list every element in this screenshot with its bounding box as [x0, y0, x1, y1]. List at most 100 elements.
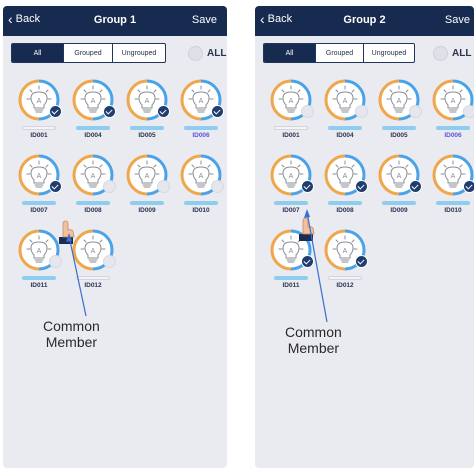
device-tile[interactable]: A ID007 — [265, 154, 317, 214]
check-icon[interactable] — [301, 255, 314, 268]
check-icon[interactable] — [463, 180, 474, 193]
check-icon[interactable] — [49, 180, 62, 193]
device-tile[interactable]: A ID005 — [121, 79, 173, 139]
device-tile[interactable]: A ID007 — [13, 154, 65, 214]
group-2-screen: ‹ Back Group 2 Save All Grouped Ungroupe… — [255, 6, 474, 468]
status-bar — [274, 126, 308, 130]
svg-text:A: A — [37, 173, 42, 180]
status-bar — [22, 201, 56, 205]
device-id-label: ID007 — [30, 207, 48, 214]
tab-ungrouped[interactable]: Ungrouped — [363, 44, 414, 62]
status-bar — [436, 201, 470, 205]
device-id-label: ID006 — [192, 132, 210, 139]
device-id-label: ID008 — [84, 207, 102, 214]
status-bar — [274, 276, 308, 280]
status-bar — [382, 126, 416, 130]
device-tile[interactable]: A ID010 — [175, 154, 227, 214]
svg-text:A: A — [199, 98, 204, 105]
select-all-toggle[interactable]: ALL — [433, 46, 471, 61]
device-tile[interactable]: A ID005 — [373, 79, 425, 139]
device-tile[interactable]: A ID006 — [427, 79, 474, 139]
device-id-label: ID012 — [336, 282, 354, 289]
check-icon[interactable] — [409, 180, 422, 193]
device-id-label: ID007 — [282, 207, 300, 214]
callout-line-2: Member — [287, 340, 340, 356]
check-icon[interactable] — [211, 105, 224, 118]
back-label: Back — [267, 13, 293, 25]
check-icon[interactable] — [355, 255, 368, 268]
check-icon[interactable] — [103, 255, 116, 268]
status-bar — [436, 126, 470, 130]
device-tile[interactable]: A ID008 — [67, 154, 119, 214]
back-button[interactable]: ‹ Back — [8, 10, 41, 27]
device-id-label: ID005 — [138, 132, 156, 139]
nav-bar: ‹ Back Group 1 Save — [3, 6, 227, 36]
check-icon[interactable] — [301, 105, 314, 118]
svg-text:A: A — [91, 98, 96, 105]
check-icon[interactable] — [463, 105, 474, 118]
tab-all[interactable]: All — [12, 44, 63, 62]
filter-tabs: All Grouped Ungrouped — [11, 43, 166, 63]
status-bar — [130, 201, 164, 205]
chevron-left-icon: ‹ — [260, 10, 265, 27]
check-icon[interactable] — [49, 105, 62, 118]
hand-pointer-icon — [53, 218, 79, 253]
device-id-label: ID009 — [138, 207, 156, 214]
save-button[interactable]: Save — [192, 14, 217, 26]
common-member-callout: Common Member — [43, 318, 100, 350]
check-icon[interactable] — [409, 105, 422, 118]
check-icon[interactable] — [49, 255, 62, 268]
device-tile[interactable]: A ID012 — [319, 229, 371, 289]
check-icon[interactable] — [211, 180, 224, 193]
svg-text:A: A — [37, 248, 42, 255]
check-icon[interactable] — [301, 180, 314, 193]
device-tile[interactable]: A ID001 — [265, 79, 317, 139]
svg-text:A: A — [289, 98, 294, 105]
check-icon[interactable] — [103, 105, 116, 118]
device-tile[interactable]: A ID009 — [373, 154, 425, 214]
check-icon[interactable] — [157, 105, 170, 118]
save-button[interactable]: Save — [445, 14, 470, 26]
status-bar — [22, 276, 56, 280]
device-id-label: ID011 — [30, 282, 48, 289]
check-icon[interactable] — [355, 105, 368, 118]
tab-ungrouped[interactable]: Ungrouped — [112, 44, 165, 62]
check-icon[interactable] — [157, 180, 170, 193]
svg-text:A: A — [289, 173, 294, 180]
device-tile[interactable]: A ID010 — [427, 154, 474, 214]
check-icon[interactable] — [103, 180, 116, 193]
device-tile[interactable]: A ID001 — [13, 79, 65, 139]
device-tile[interactable]: A ID004 — [67, 79, 119, 139]
filter-tabs: All Grouped Ungrouped — [263, 43, 415, 63]
status-bar — [184, 126, 218, 130]
device-id-label: ID004 — [84, 132, 102, 139]
device-id-label: ID005 — [390, 132, 408, 139]
select-all-label: ALL — [452, 48, 472, 59]
device-tile[interactable]: A ID008 — [319, 154, 371, 214]
status-bar — [328, 276, 362, 280]
back-label: Back — [15, 13, 41, 25]
back-button[interactable]: ‹ Back — [260, 10, 293, 27]
hand-pointer-icon — [293, 215, 319, 250]
status-bar — [382, 201, 416, 205]
callout-line-2: Member — [45, 334, 98, 350]
svg-text:A: A — [451, 98, 456, 105]
status-bar — [328, 201, 362, 205]
common-member-callout: Common Member — [285, 324, 342, 356]
status-bar — [76, 126, 110, 130]
svg-text:A: A — [397, 173, 402, 180]
callout-line-1: Common — [43, 318, 100, 334]
device-tile[interactable]: A ID004 — [319, 79, 371, 139]
svg-text:A: A — [37, 98, 42, 105]
select-all-toggle[interactable]: ALL — [188, 46, 226, 61]
device-id-label: ID012 — [84, 282, 102, 289]
device-tile[interactable]: A ID006 — [175, 79, 227, 139]
tab-grouped[interactable]: Grouped — [63, 44, 112, 62]
tab-grouped[interactable]: Grouped — [315, 44, 363, 62]
device-tile[interactable]: A ID009 — [121, 154, 173, 214]
tab-all[interactable]: All — [264, 44, 315, 62]
device-id-label: ID009 — [390, 207, 408, 214]
status-bar — [184, 201, 218, 205]
check-icon[interactable] — [355, 180, 368, 193]
chevron-left-icon: ‹ — [8, 10, 13, 27]
